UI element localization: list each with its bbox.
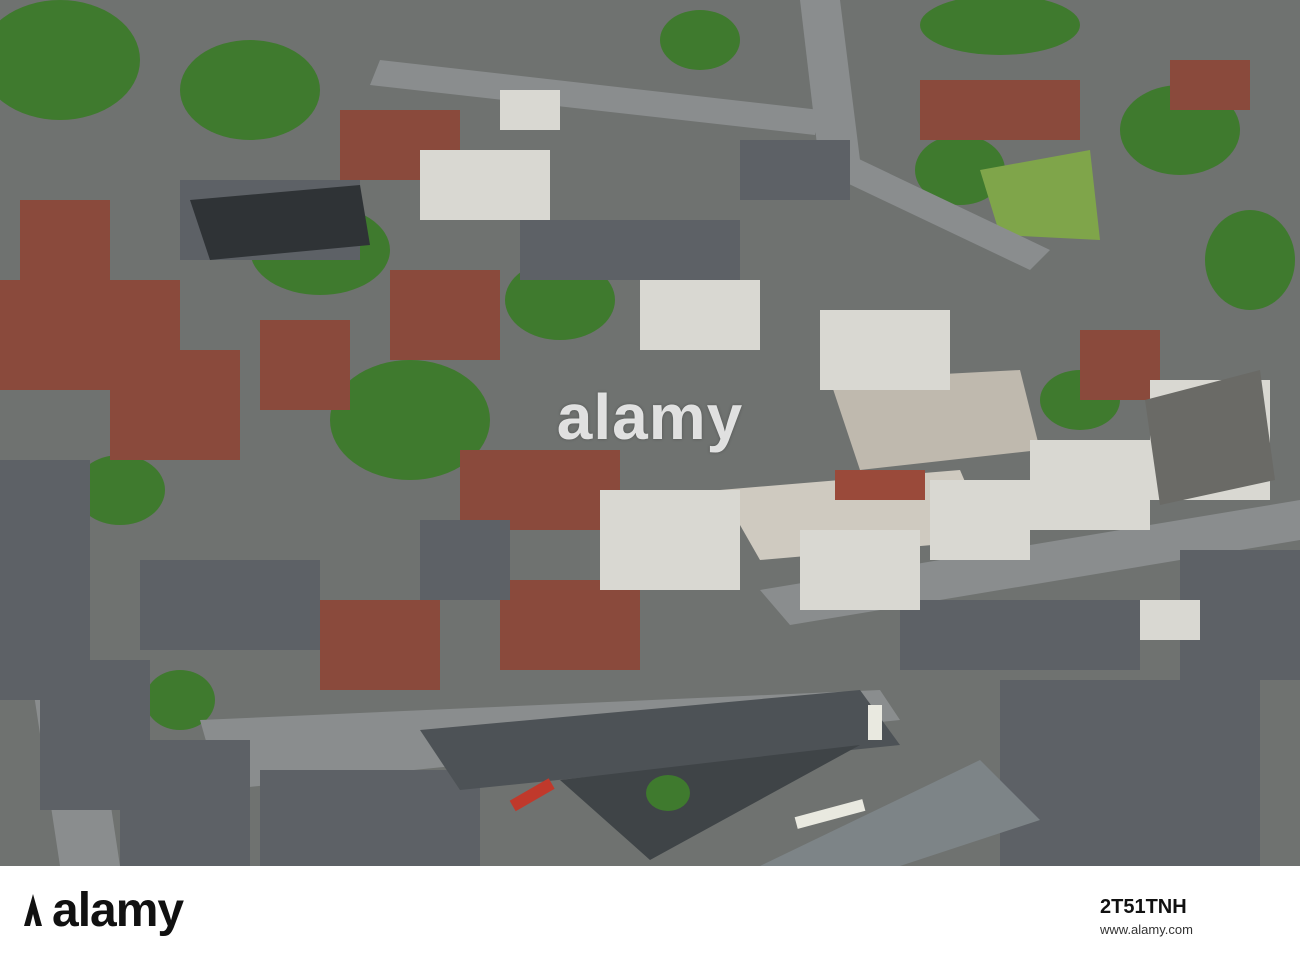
aerial-photo: [0, 0, 1300, 866]
aerial-photo-illustration: [0, 0, 1300, 866]
image-id: 2T51TNH: [1100, 896, 1187, 918]
alamy-logo-icon: [24, 894, 42, 926]
roof-tree: [646, 775, 690, 811]
footer-url[interactable]: www.alamy.com: [1100, 922, 1193, 937]
red-court: [835, 470, 925, 500]
logo[interactable]: alamy: [52, 887, 184, 935]
